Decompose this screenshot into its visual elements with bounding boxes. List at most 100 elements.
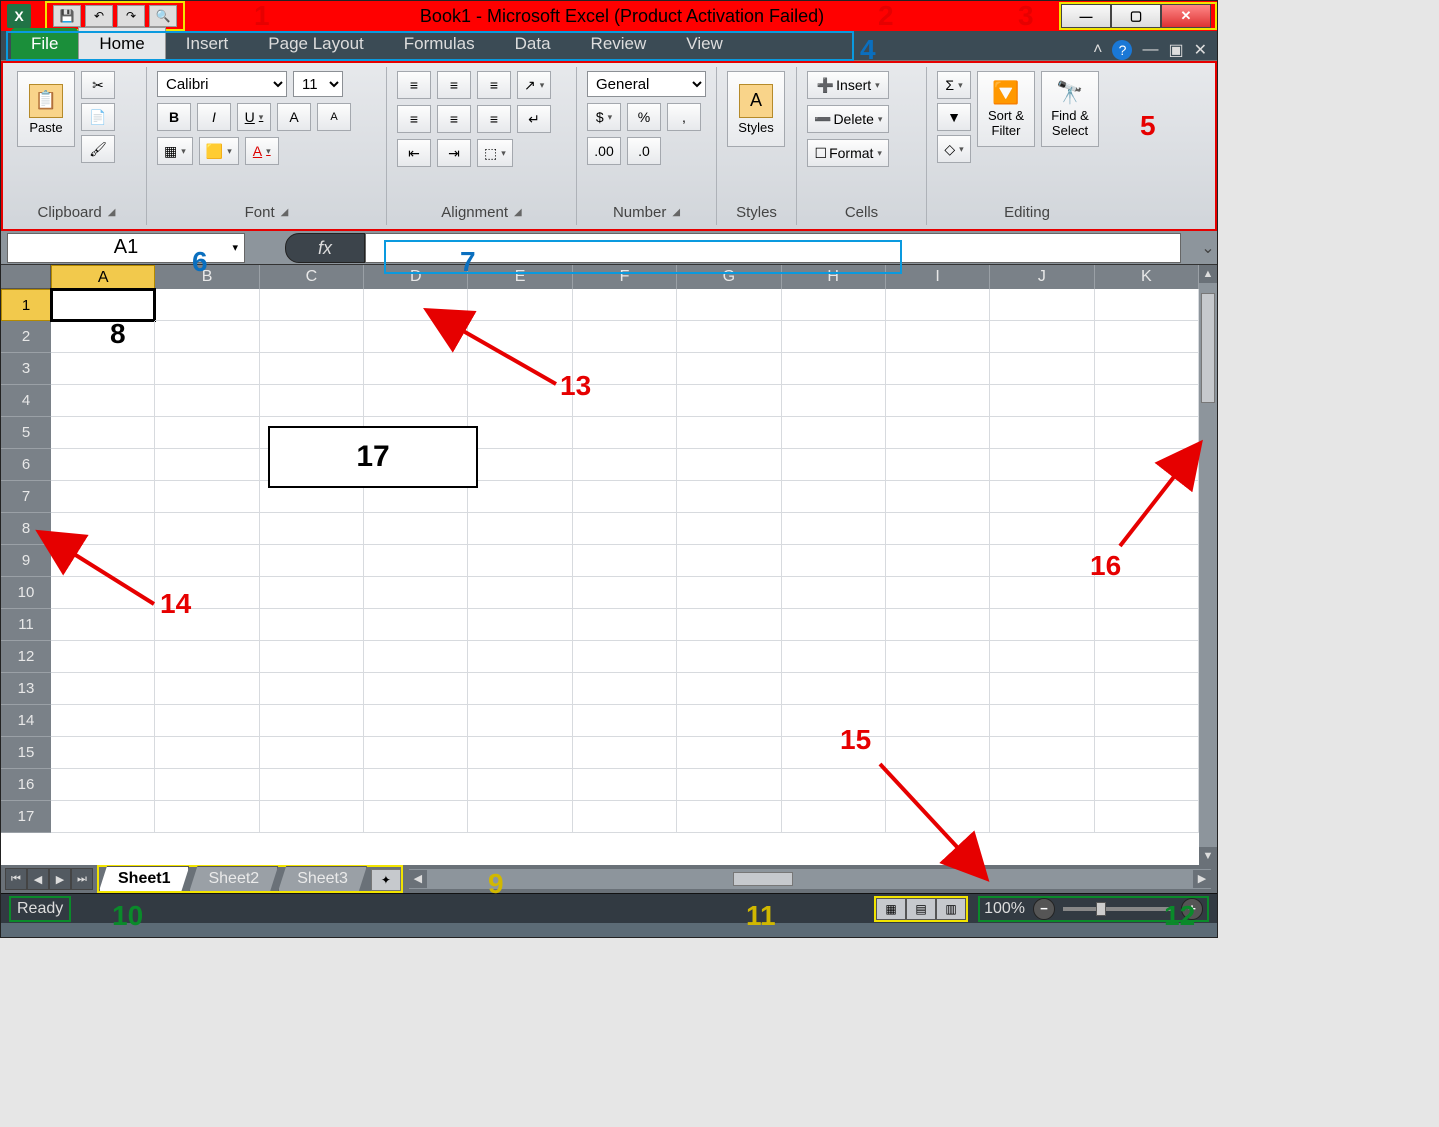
cell[interactable] bbox=[155, 417, 259, 449]
underline-button[interactable]: U▾ bbox=[237, 103, 271, 131]
column-header[interactable]: A bbox=[51, 265, 155, 289]
merge-button[interactable]: ⬚▾ bbox=[477, 139, 513, 167]
font-color-button[interactable]: A▾ bbox=[245, 137, 279, 165]
align-top-button[interactable]: ≡ bbox=[397, 71, 431, 99]
cell[interactable] bbox=[782, 545, 886, 577]
number-format-combo[interactable]: General bbox=[587, 71, 706, 97]
cell[interactable] bbox=[260, 513, 364, 545]
cell[interactable] bbox=[51, 737, 155, 769]
cell[interactable] bbox=[782, 513, 886, 545]
increase-indent-button[interactable]: ⇥ bbox=[437, 139, 471, 167]
cell[interactable] bbox=[468, 417, 572, 449]
tab-review[interactable]: Review bbox=[571, 28, 667, 60]
cell[interactable] bbox=[573, 769, 677, 801]
tab-formulas[interactable]: Formulas bbox=[384, 28, 495, 60]
cell[interactable] bbox=[260, 801, 364, 833]
select-all-button[interactable] bbox=[1, 265, 51, 289]
copy-button[interactable]: 📄 bbox=[81, 103, 115, 131]
cell[interactable] bbox=[468, 513, 572, 545]
percent-button[interactable]: % bbox=[627, 103, 661, 131]
cell[interactable] bbox=[573, 417, 677, 449]
name-box[interactable]: A1▾ bbox=[7, 233, 245, 263]
close-button[interactable]: ✕ bbox=[1161, 4, 1211, 28]
cell[interactable] bbox=[886, 289, 990, 321]
cell[interactable] bbox=[51, 481, 155, 513]
cell[interactable] bbox=[468, 321, 572, 353]
cell[interactable] bbox=[677, 353, 781, 385]
cell[interactable] bbox=[364, 353, 468, 385]
cell[interactable] bbox=[677, 577, 781, 609]
cell[interactable] bbox=[260, 705, 364, 737]
column-header[interactable]: K bbox=[1095, 265, 1199, 289]
cell[interactable] bbox=[260, 577, 364, 609]
scroll-down-button[interactable]: ▼ bbox=[1199, 847, 1217, 865]
cell[interactable] bbox=[990, 385, 1094, 417]
cell[interactable] bbox=[155, 321, 259, 353]
cell[interactable] bbox=[51, 545, 155, 577]
cell[interactable] bbox=[782, 417, 886, 449]
cell[interactable] bbox=[677, 321, 781, 353]
row-header[interactable]: 8 bbox=[1, 513, 51, 545]
cell[interactable] bbox=[677, 449, 781, 481]
horizontal-scrollbar[interactable]: ◀ ▶ bbox=[409, 869, 1211, 889]
cell[interactable] bbox=[573, 353, 677, 385]
vscroll-thumb[interactable] bbox=[1201, 293, 1215, 403]
cell[interactable] bbox=[155, 705, 259, 737]
zoom-in-button[interactable]: + bbox=[1181, 898, 1203, 920]
cell[interactable] bbox=[51, 705, 155, 737]
cell[interactable] bbox=[260, 545, 364, 577]
cell[interactable] bbox=[51, 673, 155, 705]
cell[interactable] bbox=[990, 513, 1094, 545]
cell[interactable] bbox=[260, 673, 364, 705]
row-header[interactable]: 4 bbox=[1, 385, 51, 417]
cell[interactable] bbox=[573, 289, 677, 321]
cell[interactable] bbox=[677, 641, 781, 673]
scroll-up-button[interactable]: ▲ bbox=[1199, 265, 1217, 283]
cell[interactable] bbox=[51, 609, 155, 641]
redo-button[interactable]: ↷ bbox=[117, 5, 145, 27]
cell[interactable] bbox=[782, 289, 886, 321]
cell[interactable] bbox=[573, 545, 677, 577]
cell[interactable] bbox=[677, 609, 781, 641]
tab-data[interactable]: Data bbox=[495, 28, 571, 60]
cell[interactable] bbox=[782, 673, 886, 705]
cell[interactable] bbox=[155, 737, 259, 769]
row-header[interactable]: 17 bbox=[1, 801, 51, 833]
row-header[interactable]: 2 bbox=[1, 321, 51, 353]
workbook-restore-button[interactable]: ▣ bbox=[1168, 40, 1183, 60]
cell[interactable] bbox=[677, 705, 781, 737]
zoom-out-button[interactable]: − bbox=[1033, 898, 1055, 920]
column-header[interactable]: D bbox=[364, 265, 468, 289]
cell[interactable] bbox=[1095, 289, 1199, 321]
cell[interactable] bbox=[1095, 641, 1199, 673]
sort-filter-button[interactable]: 🔽Sort & Filter bbox=[977, 71, 1035, 147]
cell[interactable] bbox=[677, 417, 781, 449]
dropdown-icon[interactable]: ▾ bbox=[232, 241, 238, 254]
dialog-launcher-icon[interactable]: ◢ bbox=[108, 207, 116, 218]
cell[interactable] bbox=[886, 545, 990, 577]
cell[interactable] bbox=[364, 609, 468, 641]
cell[interactable] bbox=[573, 705, 677, 737]
cell[interactable] bbox=[990, 321, 1094, 353]
tab-page-layout[interactable]: Page Layout bbox=[248, 28, 383, 60]
align-left-button[interactable]: ≡ bbox=[397, 105, 431, 133]
cell[interactable] bbox=[468, 353, 572, 385]
cell[interactable] bbox=[886, 801, 990, 833]
cell[interactable] bbox=[886, 353, 990, 385]
row-header[interactable]: 1 bbox=[1, 289, 51, 321]
cell[interactable] bbox=[782, 641, 886, 673]
sheet-tab-1[interactable]: Sheet1 bbox=[99, 866, 189, 891]
cell[interactable] bbox=[1095, 801, 1199, 833]
orientation-button[interactable]: ↗▾ bbox=[517, 71, 551, 99]
row-header[interactable]: 12 bbox=[1, 641, 51, 673]
cell[interactable] bbox=[1095, 705, 1199, 737]
save-button[interactable]: 💾 bbox=[53, 5, 81, 27]
cell[interactable] bbox=[468, 705, 572, 737]
cell[interactable] bbox=[468, 609, 572, 641]
cell[interactable] bbox=[782, 801, 886, 833]
cell[interactable] bbox=[364, 801, 468, 833]
vertical-scrollbar[interactable]: ▲ ▼ bbox=[1199, 265, 1217, 865]
cell[interactable] bbox=[155, 481, 259, 513]
align-right-button[interactable]: ≡ bbox=[477, 105, 511, 133]
hscroll-thumb[interactable] bbox=[733, 872, 793, 886]
